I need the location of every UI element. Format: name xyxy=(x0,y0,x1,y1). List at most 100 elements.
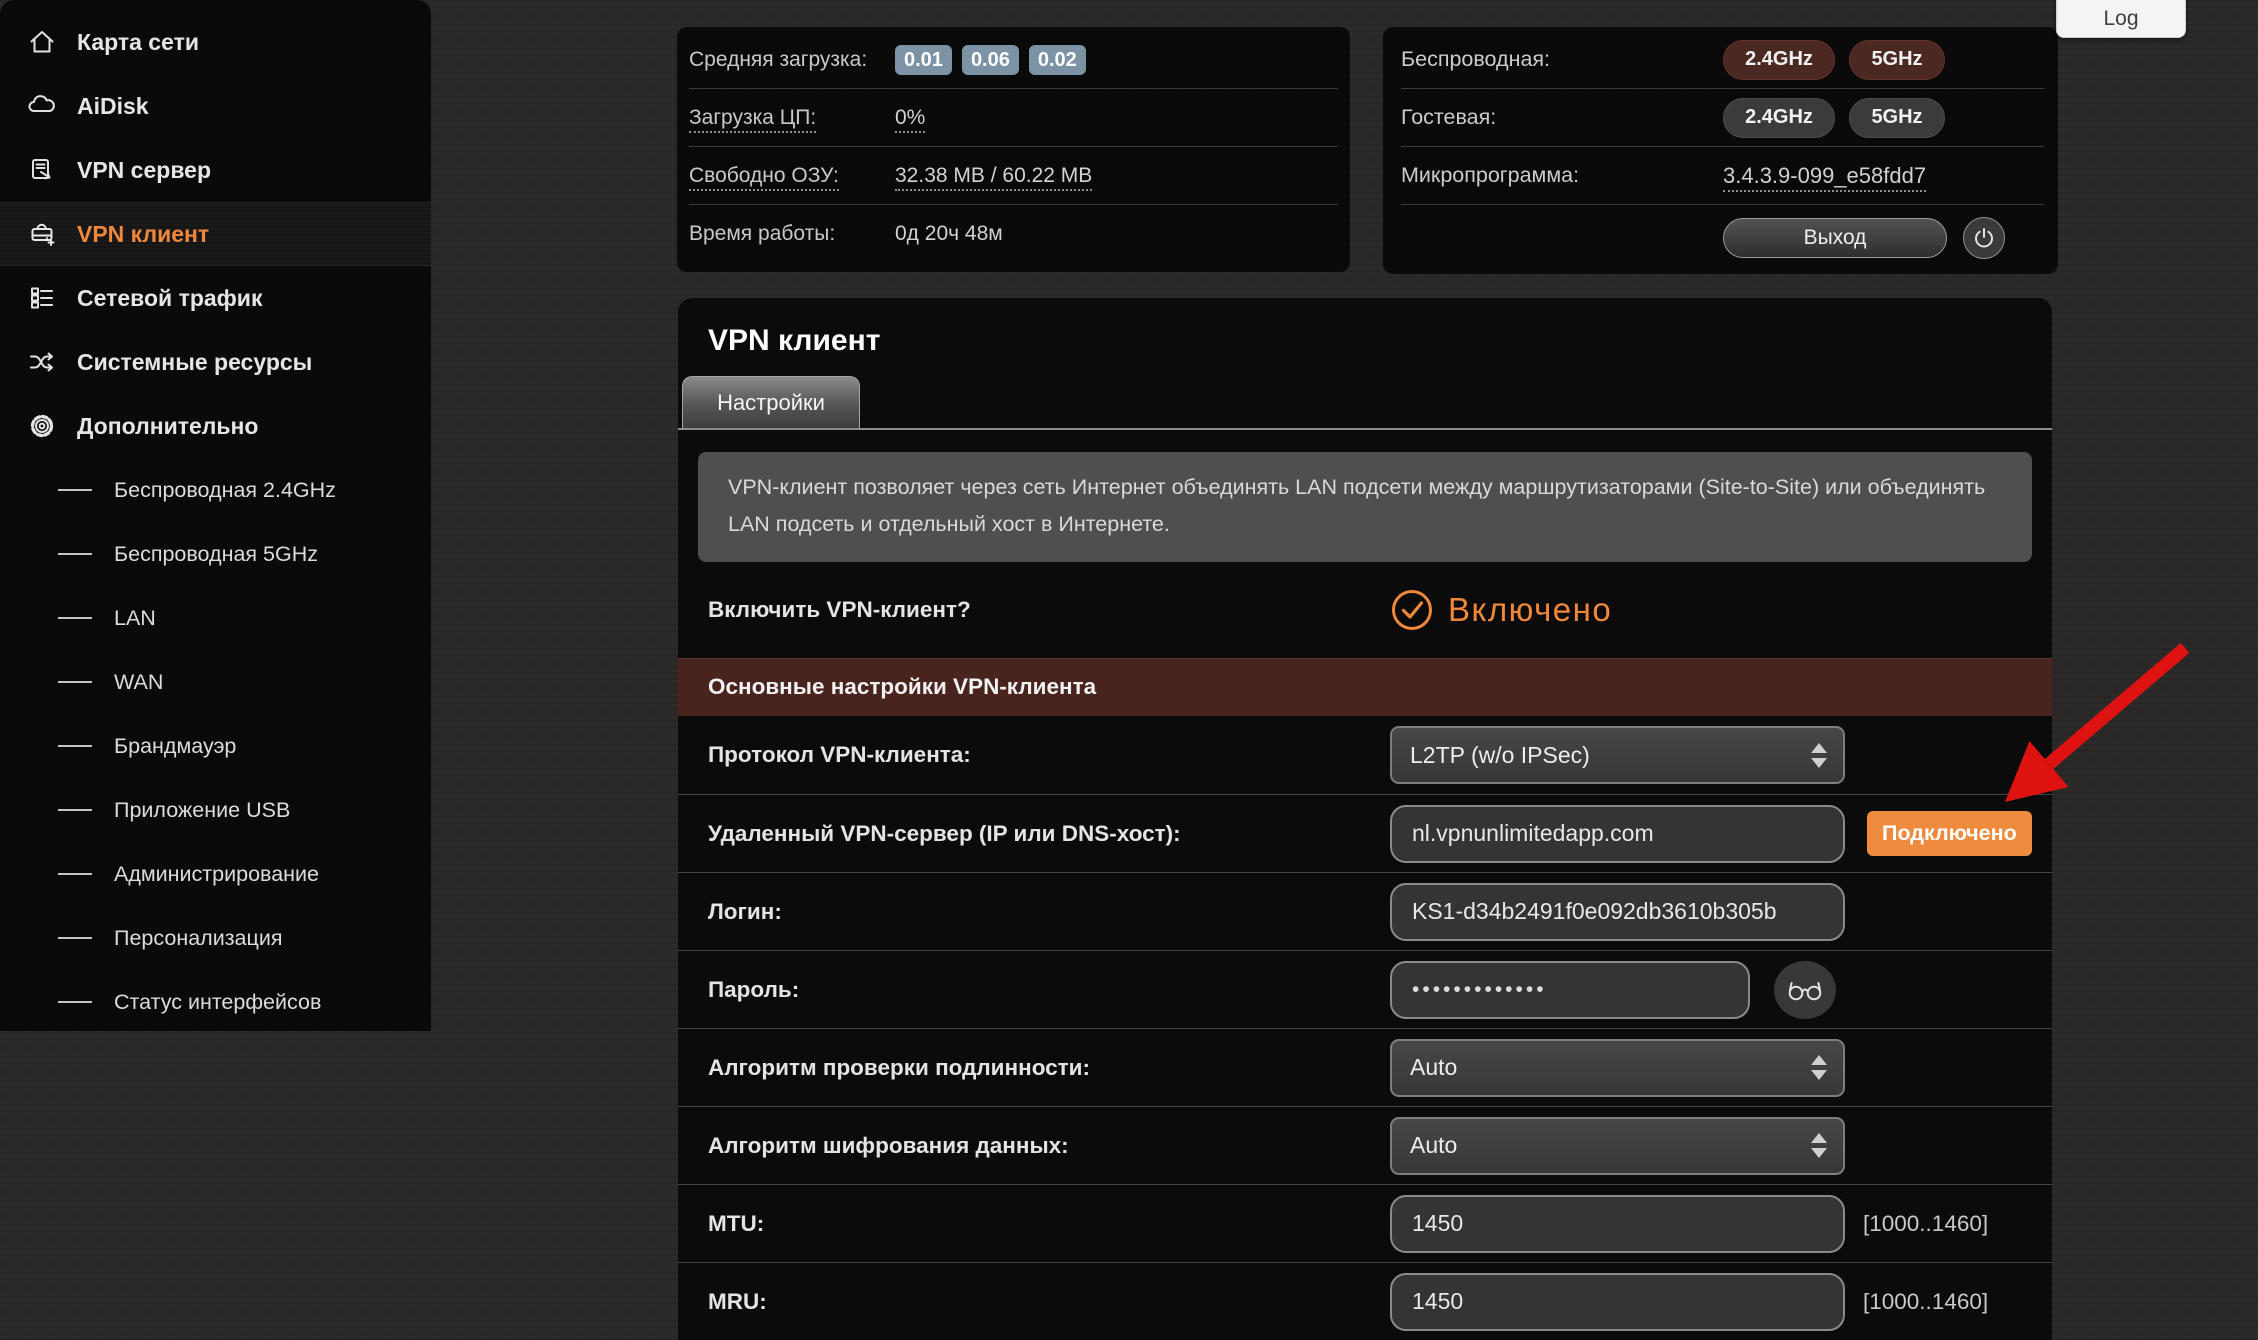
guest-row: Гостевая: 2.4GHz 5GHz xyxy=(1401,89,2044,147)
sidebar-item-label: Сетевой трафик xyxy=(77,285,262,312)
load-badge-1: 0.01 xyxy=(895,45,952,75)
sidebar-subitem-interface-status[interactable]: Статус интерфейсов xyxy=(0,970,431,1034)
guest-5ghz-pill[interactable]: 5GHz xyxy=(1849,98,1945,138)
show-password-button[interactable] xyxy=(1774,961,1836,1019)
protocol-label: Протокол VPN-клиента: xyxy=(708,742,1390,768)
enable-status-text: Включено xyxy=(1448,591,1612,629)
vpn-description: VPN-клиент позволяет через сеть Интернет… xyxy=(698,452,2032,562)
glasses-icon xyxy=(1787,976,1823,1004)
encryption-algorithm-select[interactable]: Auto xyxy=(1390,1117,1845,1175)
uptime-value: 0д 20ч 48м xyxy=(895,222,1003,246)
sidebar-subitem-lan[interactable]: LAN xyxy=(0,586,431,650)
sidebar-item-network-traffic[interactable]: Сетевой трафик xyxy=(0,266,431,330)
wireless-24ghz-pill[interactable]: 2.4GHz xyxy=(1723,40,1835,80)
auth-algorithm-label: Алгоритм проверки подлинности: xyxy=(708,1055,1390,1081)
asus-logo: ASUS xyxy=(288,82,551,178)
firmware-value[interactable]: 3.4.3.9-099_e58fdd7 xyxy=(1723,163,1926,189)
enable-vpn-row: Включить VPN-клиент? Включено xyxy=(678,562,2052,658)
mtu-label: MTU: xyxy=(708,1211,1390,1237)
cpu-value[interactable]: 0% xyxy=(895,106,925,130)
server-row: Удаленный VPN-сервер (IP или DNS-хост): … xyxy=(678,794,2052,872)
uptime-row: Время работы: 0д 20ч 48м xyxy=(689,205,1338,263)
enable-vpn-status[interactable]: Включено xyxy=(1390,588,1612,632)
sidebar-subitem-wireless-5[interactable]: Беспроводная 5GHz xyxy=(0,522,431,586)
ram-label[interactable]: Свободно ОЗУ: xyxy=(689,164,895,188)
dash-icon xyxy=(58,489,92,491)
mru-input[interactable] xyxy=(1390,1273,1845,1331)
sidebar-item-advanced[interactable]: Дополнительно xyxy=(0,394,431,458)
logout-button[interactable]: Выход xyxy=(1723,218,1947,258)
firmware-row: Микропрограмма: 3.4.3.9-099_e58fdd7 xyxy=(1401,147,2044,205)
cpu-label[interactable]: Загрузка ЦП: xyxy=(689,106,895,130)
mru-label: MRU: xyxy=(708,1289,1390,1315)
sidebar-item-label: Карта сети xyxy=(77,29,199,56)
login-row: Логин: xyxy=(678,872,2052,950)
ram-value[interactable]: 32.38 MB / 60.22 MB xyxy=(895,164,1092,188)
sidebar-item-vpn-client[interactable]: VPN клиент xyxy=(0,202,431,266)
select-arrows-icon xyxy=(1811,743,1827,768)
logout-row: Выход xyxy=(1401,205,2044,271)
protocol-select[interactable]: L2TP (w/o IPSec) xyxy=(1390,726,1845,784)
log-overlay-button[interactable]: Log xyxy=(2056,0,2186,38)
enable-vpn-label: Включить VPN-клиент? xyxy=(708,597,1390,623)
home-icon xyxy=(25,27,59,57)
auth-algorithm-select[interactable]: Auto xyxy=(1390,1039,1845,1097)
asus-logo-text: ASUS xyxy=(288,81,551,179)
dash-icon xyxy=(58,745,92,747)
password-row: Пароль: xyxy=(678,950,2052,1028)
firmware-label: Микропрограмма: xyxy=(1401,163,1723,188)
guest-24ghz-pill[interactable]: 2.4GHz xyxy=(1723,98,1835,138)
auth-algorithm-row: Алгоритм проверки подлинности: Auto xyxy=(678,1028,2052,1106)
dash-icon xyxy=(58,1001,92,1003)
dash-icon xyxy=(58,937,92,939)
mtu-row: MTU: [1000..1460] xyxy=(678,1184,2052,1262)
login-input[interactable] xyxy=(1390,883,1845,941)
sidebar-subitem-personalization[interactable]: Персонализация xyxy=(0,906,431,970)
traffic-list-icon xyxy=(25,283,59,313)
sidebar-subitem-administration[interactable]: Администрирование xyxy=(0,842,431,906)
gear-icon xyxy=(25,411,59,441)
cpu-row: Загрузка ЦП: 0% xyxy=(689,89,1338,147)
select-arrows-icon xyxy=(1811,1055,1827,1080)
basic-settings-header: Основные настройки VPN-клиента xyxy=(678,658,2052,716)
sidebar-subitem-firewall[interactable]: Брандмауэр xyxy=(0,714,431,778)
sidebar-item-system-resources[interactable]: Системные ресурсы xyxy=(0,330,431,394)
select-arrows-icon xyxy=(1811,1133,1827,1158)
mtu-input[interactable] xyxy=(1390,1195,1845,1253)
mru-row: MRU: [1000..1460] xyxy=(678,1262,2052,1340)
page-title: VPN клиент xyxy=(678,298,2052,358)
dash-icon xyxy=(58,681,92,683)
guest-label: Гостевая: xyxy=(1401,105,1723,130)
uptime-label: Время работы: xyxy=(689,222,895,246)
connected-status-button[interactable]: Подключено xyxy=(1867,811,2032,856)
mtu-range-hint: [1000..1460] xyxy=(1863,1211,1988,1237)
load-badge-2: 0.06 xyxy=(962,45,1019,75)
encryption-algorithm-row: Алгоритм шифрования данных: Auto xyxy=(678,1106,2052,1184)
load-average-values: 0.01 0.06 0.02 xyxy=(895,45,1086,75)
load-average-row: Средняя загрузка: 0.01 0.06 0.02 xyxy=(689,31,1338,89)
protocol-row: Протокол VPN-клиента: L2TP (w/o IPSec) xyxy=(678,716,2052,794)
tab-bar: Настройки xyxy=(678,376,2052,430)
reboot-button[interactable] xyxy=(1963,217,2005,259)
sidebar-subitem-wan[interactable]: WAN xyxy=(0,650,431,714)
wireless-label: Беспроводная: xyxy=(1401,47,1723,72)
system-status-panel: Средняя загрузка: 0.01 0.06 0.02 Загрузк… xyxy=(677,27,1350,272)
dash-icon xyxy=(58,553,92,555)
wireless-5ghz-pill[interactable]: 5GHz xyxy=(1849,40,1945,80)
sidebar-item-network-map[interactable]: Карта сети xyxy=(0,10,431,74)
password-input[interactable] xyxy=(1390,961,1750,1019)
encryption-algorithm-label: Алгоритм шифрования данных: xyxy=(708,1133,1390,1159)
server-input[interactable] xyxy=(1390,805,1845,863)
sidebar-subitem-wireless-24[interactable]: Беспроводная 2.4GHz xyxy=(0,458,431,522)
sidebar-item-label: Системные ресурсы xyxy=(77,349,312,376)
tab-settings[interactable]: Настройки xyxy=(682,376,860,430)
sidebar-subitem-usb-app[interactable]: Приложение USB xyxy=(0,778,431,842)
wireless-row: Беспроводная: 2.4GHz 5GHz xyxy=(1401,31,2044,89)
ram-row: Свободно ОЗУ: 32.38 MB / 60.22 MB xyxy=(689,147,1338,205)
dash-icon xyxy=(58,617,92,619)
power-icon xyxy=(1972,226,1996,250)
dash-icon xyxy=(58,809,92,811)
sidebar-item-label: AiDisk xyxy=(77,93,149,120)
login-label: Логин: xyxy=(708,899,1390,925)
auth-algorithm-value: Auto xyxy=(1410,1054,1457,1081)
